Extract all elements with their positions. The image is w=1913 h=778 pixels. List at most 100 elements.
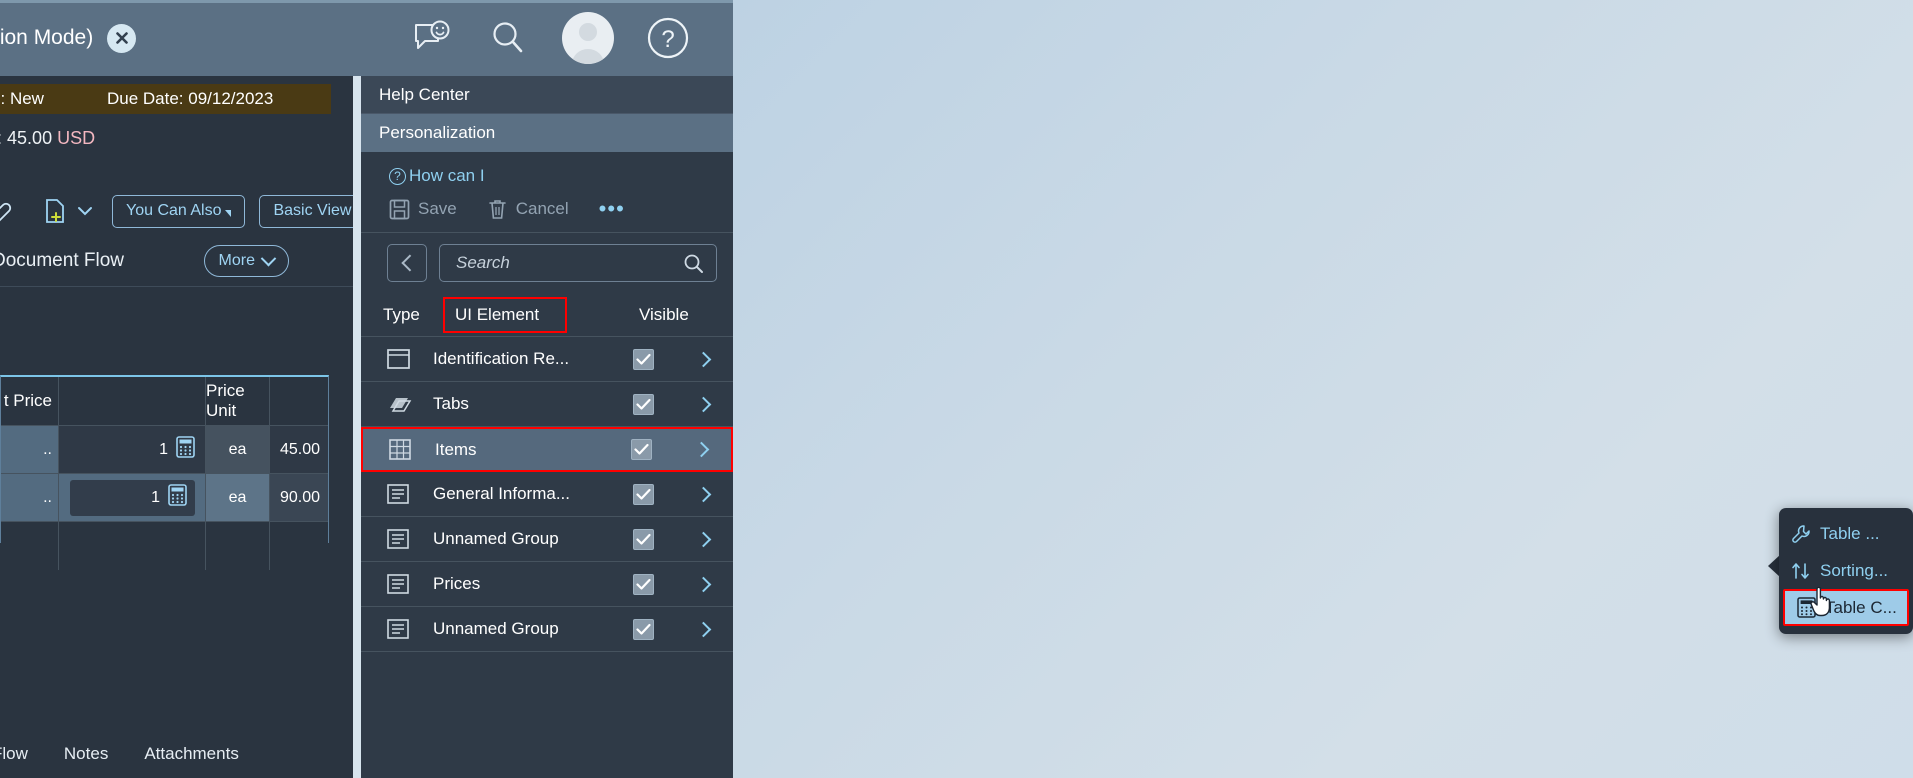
search-icon[interactable]	[683, 253, 704, 274]
trash-icon	[488, 200, 506, 219]
search-placeholder: Search	[456, 253, 510, 272]
tab-attachments[interactable]: Attachments	[144, 744, 239, 764]
avatar[interactable]	[562, 12, 614, 64]
tag-icon[interactable]	[0, 196, 16, 226]
status-label: s: New	[0, 89, 44, 108]
panel-search-bar: Search	[361, 233, 733, 293]
form-glyph	[387, 574, 409, 594]
status-strip: s: New Due Date: 09/12/2023	[0, 84, 331, 114]
column-header-type[interactable]: Type	[383, 305, 443, 325]
search-input[interactable]: Search	[439, 244, 717, 282]
cell-qty	[59, 522, 206, 570]
popup-item-table-columns[interactable]: Table C...	[1783, 589, 1909, 626]
column-header-ui-element[interactable]: UI Element	[443, 296, 567, 333]
check-icon	[636, 533, 651, 545]
cell-unit: ea	[206, 474, 270, 521]
cell-amount	[270, 522, 328, 570]
cell-price: ..	[1, 474, 59, 521]
help-icon[interactable]: ?	[646, 16, 690, 60]
list-item-label: Identification Re...	[433, 349, 570, 368]
search-icon[interactable]	[486, 16, 530, 60]
tag-glyph	[0, 202, 12, 222]
table-row[interactable]: .. 1	[1, 426, 328, 474]
list-item[interactable]: Prices	[361, 562, 733, 607]
new-document-icon[interactable]	[42, 196, 68, 226]
shell-header: tion Mode) ?	[0, 0, 733, 76]
tab-notes[interactable]: Notes	[64, 744, 108, 764]
cancel-button[interactable]: Cancel	[487, 198, 569, 220]
overflow-menu-button[interactable]: •••	[599, 198, 625, 220]
list-column-headers: Type UI Element Visible	[361, 293, 733, 337]
more-button[interactable]: More	[203, 245, 289, 277]
panel-action-bar: Save Cancel •••	[361, 186, 733, 233]
list-item[interactable]: Unnamed Group	[361, 607, 733, 652]
list-item-label: Items	[435, 439, 477, 459]
column-header-amount[interactable]	[270, 377, 328, 425]
chevron-right-icon[interactable]	[693, 441, 710, 458]
chevron-right-icon[interactable]	[695, 486, 712, 502]
chevron-right-icon[interactable]	[695, 576, 712, 592]
qty-input[interactable]: 1	[70, 479, 195, 516]
help-glyph: ?	[647, 17, 689, 59]
cell-qty: 1	[59, 474, 206, 521]
check-icon	[636, 488, 651, 500]
list-item-label: Tabs	[433, 394, 469, 413]
calculator-icon[interactable]	[176, 436, 195, 463]
table-glyph	[389, 439, 411, 460]
list-item[interactable]: Unnamed Group	[361, 517, 733, 562]
panel-glyph	[387, 349, 410, 369]
save-button[interactable]: Save	[389, 199, 457, 220]
you-can-also-label: You Can Also	[126, 201, 222, 219]
save-label: Save	[418, 199, 457, 218]
visible-checkbox[interactable]	[633, 348, 654, 370]
calculator-glyph	[168, 484, 187, 506]
column-header-price[interactable]: t Price	[1, 377, 59, 425]
table-row[interactable]	[1, 522, 328, 570]
check-icon	[634, 443, 649, 455]
column-header-visible[interactable]: Visible	[639, 305, 689, 325]
back-button[interactable]	[387, 244, 427, 282]
you-can-also-button[interactable]: You Can Also	[112, 194, 246, 228]
visible-checkbox[interactable]	[633, 573, 654, 595]
how-can-i-label: How can I	[409, 166, 485, 185]
column-header-qty[interactable]	[59, 377, 206, 425]
feedback-glyph	[415, 20, 450, 49]
chevron-right-icon[interactable]	[695, 396, 712, 412]
chevron-left-icon	[401, 254, 419, 272]
form-icon	[387, 529, 433, 549]
visible-checkbox[interactable]	[631, 439, 652, 460]
sort-icon	[1792, 562, 1809, 579]
popup-item-table-settings[interactable]: Table ...	[1779, 515, 1913, 552]
chevron-right-icon[interactable]	[695, 621, 712, 637]
chevron-down-icon[interactable]	[76, 196, 94, 226]
calculator-icon[interactable]	[168, 484, 187, 511]
visible-checkbox[interactable]	[633, 528, 654, 550]
chevron-right-icon[interactable]	[695, 531, 712, 547]
popup-item-label: Sorting...	[1820, 560, 1889, 580]
how-can-i-link[interactable]: ? How can I	[361, 152, 733, 186]
basic-view-button[interactable]: Basic View	[259, 194, 366, 228]
qty-value: 1	[151, 488, 160, 506]
qty-value: 1	[159, 440, 168, 458]
visible-checkbox[interactable]	[633, 393, 654, 415]
tab-flow[interactable]: Flow	[0, 744, 28, 764]
check-icon	[636, 353, 651, 365]
table-row[interactable]: .. 1	[1, 474, 328, 522]
visible-checkbox[interactable]	[633, 618, 654, 640]
form-glyph	[387, 484, 409, 504]
left-application-column: s: New Due Date: 09/12/2023 t: 45.00 USD	[0, 76, 366, 778]
feedback-icon[interactable]	[410, 16, 454, 60]
list-item[interactable]: Tabs	[361, 382, 733, 427]
ui-element-list: Identification Re... Tabs Items General …	[361, 337, 733, 652]
popup-item-label: Table C...	[1825, 597, 1897, 617]
chevron-right-icon[interactable]	[695, 351, 712, 367]
close-icon[interactable]	[107, 23, 137, 53]
visible-checkbox[interactable]	[633, 483, 654, 505]
form-glyph	[387, 529, 409, 549]
list-item[interactable]: General Informa...	[361, 472, 733, 517]
list-item-items[interactable]: Items	[361, 427, 733, 472]
shell-title: tion Mode)	[0, 26, 94, 49]
column-header-price-unit[interactable]: Price Unit	[206, 377, 270, 425]
list-item[interactable]: Identification Re...	[361, 337, 733, 382]
popup-item-sorting[interactable]: Sorting...	[1779, 552, 1913, 589]
